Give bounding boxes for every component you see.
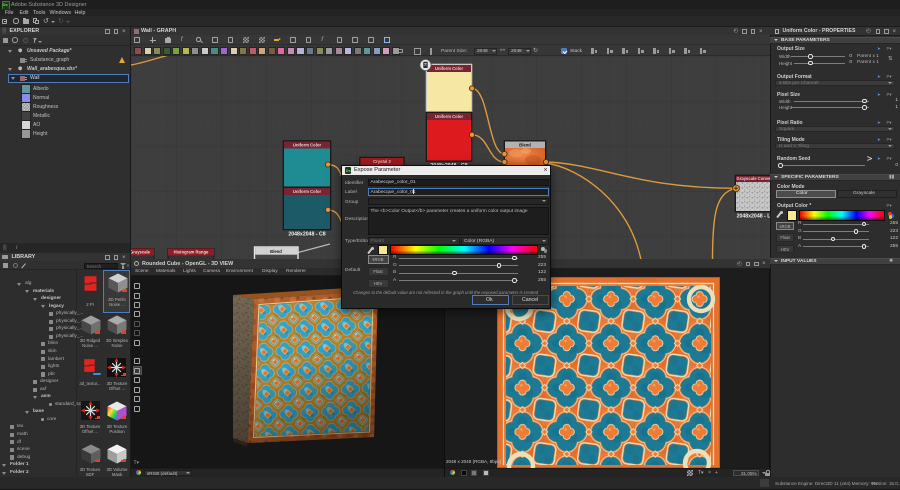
svg-text:Crystal 2: Crystal 2 (373, 159, 391, 164)
svg-text:2048x2048 - C8: 2048x2048 - C8 (288, 232, 325, 238)
svg-text:Uniform Color: Uniform Color (435, 114, 464, 119)
svg-text:Grayscale: Grayscale (131, 250, 151, 255)
svg-text:Uniform Color: Uniform Color (293, 189, 322, 194)
svg-text:2048x2048 - L: 2048x2048 - L (737, 214, 770, 220)
svg-text:Grayscale Conve: Grayscale Conve (737, 176, 771, 181)
svg-text:Blend: Blend (519, 143, 531, 148)
svg-text:Uniform Color: Uniform Color (293, 143, 322, 148)
svg-text:Uniform Color: Uniform Color (435, 66, 464, 71)
svg-text:Histogram Range: Histogram Range (174, 250, 209, 255)
svg-text:Blend: Blend (270, 249, 282, 254)
